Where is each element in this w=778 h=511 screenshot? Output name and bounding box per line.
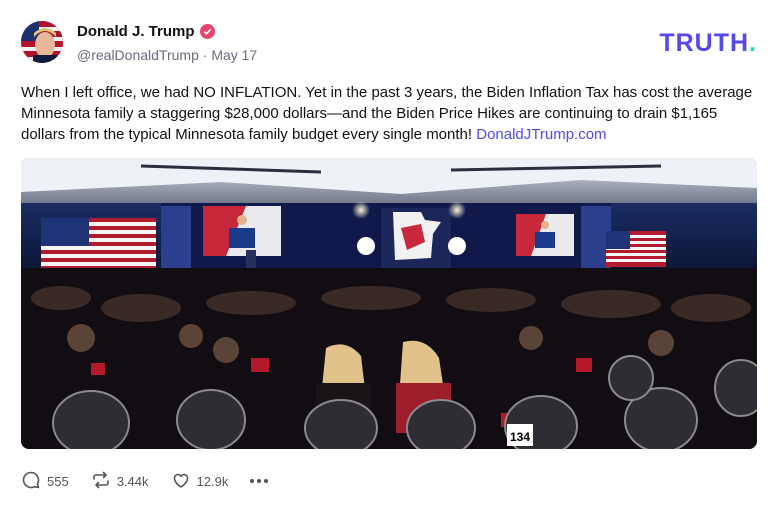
author-handle[interactable]: @realDonaldTrump	[77, 47, 199, 63]
retruth-count: 3.44k	[116, 473, 149, 489]
retruth-icon[interactable]	[91, 470, 111, 493]
avatar[interactable]	[21, 21, 63, 63]
truth-logo[interactable]: TRUTH.	[659, 29, 757, 58]
event-photo: 134	[21, 158, 757, 449]
post-text: When I left office, we had NO INFLATION.…	[21, 82, 757, 145]
reply-icon[interactable]	[21, 470, 41, 493]
post-link[interactable]: DonaldJTrump.com	[476, 126, 606, 143]
post-image[interactable]: 134	[21, 158, 757, 449]
post-meta: @realDonaldTrump · May 17	[77, 47, 257, 63]
logo-text: TRUTH	[659, 29, 750, 57]
retruth-action[interactable]: 3.44k	[91, 470, 149, 493]
meta-separator: ·	[202, 47, 208, 63]
reply-count: 555	[47, 473, 69, 489]
truth-post: Donald J. Trump @realDonaldTrump · May 1…	[0, 0, 778, 511]
author-name-row[interactable]: Donald J. Trump	[77, 23, 215, 40]
post-body: When I left office, we had NO INFLATION.…	[21, 84, 753, 143]
like-icon[interactable]	[171, 470, 191, 493]
table-number-label: 134	[510, 430, 530, 444]
more-icon[interactable]	[250, 479, 269, 483]
like-action[interactable]: 12.9k	[171, 470, 229, 493]
like-count: 12.9k	[196, 473, 229, 489]
post-actions: 555 3.44k 12.9k	[21, 470, 269, 493]
reply-action[interactable]: 555	[21, 470, 69, 493]
logo-dot: .	[749, 29, 757, 57]
author-display-name[interactable]: Donald J. Trump	[77, 23, 195, 40]
post-date[interactable]: May 17	[211, 47, 257, 63]
verified-badge-icon	[199, 24, 215, 39]
